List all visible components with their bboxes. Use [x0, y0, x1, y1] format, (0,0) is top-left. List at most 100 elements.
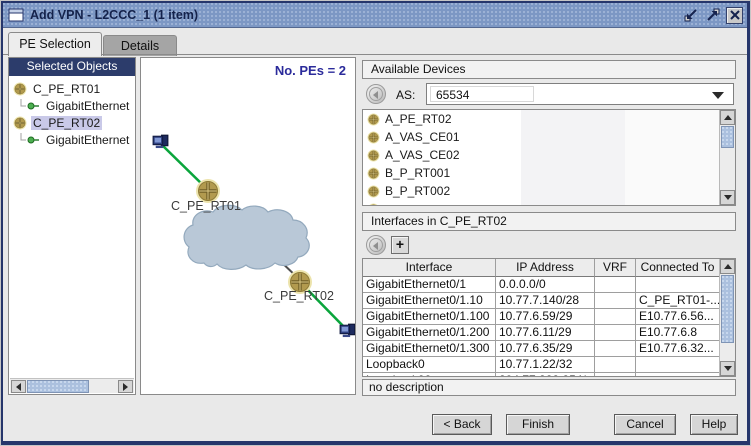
help-button[interactable]: Help [690, 414, 738, 435]
column-header-ip[interactable]: IP Address [496, 259, 595, 277]
cell-interface: GigabitEthernet0/1 [363, 277, 496, 293]
window-title: Add VPN - L2CCC_1 (1 item) [30, 8, 198, 22]
device-row[interactable]: A_VAS_CE01 [363, 128, 735, 146]
interface-icon [18, 99, 42, 113]
tree-node-pe2-interface[interactable]: GigabitEthernet [10, 131, 134, 148]
chevron-down-icon [712, 92, 724, 99]
device-name: B_P_RT002 [385, 184, 450, 198]
cell-vrf [595, 277, 636, 293]
column-header-vrf[interactable]: VRF [595, 259, 636, 277]
router-icon [13, 82, 27, 96]
available-devices-header: Available Devices [362, 60, 736, 79]
close-button[interactable] [726, 7, 743, 24]
tree-node-label: GigabitEthernet [44, 99, 131, 113]
cell-ip: 204.77.222.254/ [496, 373, 595, 377]
device-list: A_PE_RT02 A_VAS_CE01 A_VAS_CE02 B_P_RT00… [362, 109, 736, 206]
back-arrow-icon [373, 91, 378, 99]
cell-vrf [595, 373, 636, 377]
interface-icon [18, 133, 42, 147]
scroll-right-button[interactable] [118, 380, 133, 393]
tree-node-pe2[interactable]: C_PE_RT02 [10, 114, 134, 131]
cell-ip: 10.77.6.59/29 [496, 309, 595, 325]
router-icon [367, 113, 380, 126]
pe1-node-label: C_PE_RT01 [171, 199, 241, 213]
column-header-connected[interactable]: Connected To [636, 259, 720, 277]
collapse-back-button[interactable] [366, 235, 386, 255]
scroll-left-button[interactable] [11, 380, 26, 393]
as-combobox-value[interactable]: 65534 [430, 86, 534, 102]
table-header-row: Interface IP Address VRF Connected To [363, 259, 720, 277]
cell-ip: 10.77.6.11/29 [496, 325, 595, 341]
scroll-down-button[interactable] [720, 361, 735, 376]
description-status: no description [362, 379, 736, 396]
device-list-scrollbar[interactable] [719, 110, 735, 205]
back-arrow-icon [373, 242, 378, 250]
column-header-interface[interactable]: Interface [363, 259, 496, 277]
device-name: A_PE_RT02 [385, 112, 452, 126]
scroll-down-button[interactable] [720, 190, 735, 205]
pe2-node-label: C_PE_RT02 [264, 289, 334, 303]
scrollbar-thumb[interactable] [721, 275, 734, 343]
tree-node-pe1[interactable]: C_PE_RT01 [10, 80, 134, 97]
device-row[interactable]: B_P_RT001 [363, 164, 735, 182]
topology-diagram: C_PE_RT01 C_PE_RT02 [141, 58, 355, 394]
interfaces-table-scrollbar[interactable] [719, 259, 735, 376]
device-name: B_P_RT001 [385, 166, 450, 180]
maximize-button[interactable] [704, 7, 721, 24]
cell-connected: E10.77.6.56... [636, 309, 720, 325]
router-icon [367, 167, 380, 180]
tree-node-label: C_PE_RT01 [31, 82, 102, 96]
cell-ip: 10.77.1.22/32 [496, 357, 595, 373]
cell-vrf [595, 293, 636, 309]
network-cloud[interactable] [184, 205, 309, 269]
table-row[interactable]: GigabitEthernet0/1 0.0.0.0/0 [363, 277, 720, 293]
add-interface-button[interactable]: + [391, 236, 409, 254]
router-icon [367, 131, 380, 144]
cell-interface: Loopback99 [363, 373, 496, 377]
tab-bar: PE Selection Details [3, 28, 748, 55]
cell-vrf [595, 341, 636, 357]
table-row[interactable]: GigabitEthernet0/1.300 10.77.6.35/29 E10… [363, 341, 720, 357]
device-row[interactable]: A_VAS_CE02 [363, 146, 735, 164]
tree-node-pe1-interface[interactable]: GigabitEthernet [10, 97, 134, 114]
cell-ip: 0.0.0.0/0 [496, 277, 595, 293]
scroll-up-button[interactable] [720, 110, 735, 125]
ce-device-icon[interactable] [153, 135, 168, 148]
table-row[interactable]: GigabitEthernet0/1.10 10.77.7.140/28 C_P… [363, 293, 720, 309]
horizontal-scrollbar[interactable] [10, 378, 134, 393]
router-icon [367, 185, 380, 198]
cell-interface: GigabitEthernet0/1.100 [363, 309, 496, 325]
tab-divider [3, 54, 748, 55]
device-row[interactable]: B_P_RT002 [363, 182, 735, 200]
table-row[interactable]: GigabitEthernet0/1.100 10.77.6.59/29 E10… [363, 309, 720, 325]
scrollbar-thumb[interactable] [721, 126, 734, 148]
topology-canvas[interactable]: No. PEs = 2 C_PE_RT01 C_PE_RT02 [140, 57, 356, 395]
table-row-clipped[interactable]: Loopback99 204.77.222.254/ [363, 373, 720, 377]
cancel-button[interactable]: Cancel [614, 414, 676, 435]
device-row-clipped[interactable] [363, 200, 735, 206]
selected-objects-header: Selected Objects [9, 58, 135, 76]
tab-pe-selection[interactable]: PE Selection [8, 32, 102, 56]
scroll-up-button[interactable] [720, 259, 735, 274]
as-combobox[interactable]: 65534 [426, 83, 734, 105]
cell-vrf [595, 309, 636, 325]
title-bar[interactable]: Add VPN - L2CCC_1 (1 item) [3, 3, 748, 28]
cell-connected: E10.77.6.8 [636, 325, 720, 341]
table-row[interactable]: Loopback0 10.77.1.22/32 [363, 357, 720, 373]
table-row[interactable]: GigabitEthernet0/1.200 10.77.6.11/29 E10… [363, 325, 720, 341]
tree-node-label: GigabitEthernet [44, 133, 131, 147]
tab-details[interactable]: Details [103, 35, 177, 56]
ce-device-icon[interactable] [340, 324, 355, 337]
selected-objects-panel: Selected Objects C_PE_RT01 GigabitEthern… [8, 57, 136, 395]
device-name: A_VAS_CE02 [385, 148, 460, 162]
cell-interface: GigabitEthernet0/1.300 [363, 341, 496, 357]
device-row[interactable]: A_PE_RT02 [363, 110, 735, 128]
cell-interface: GigabitEthernet0/1.200 [363, 325, 496, 341]
collapse-back-button[interactable] [366, 84, 386, 104]
back-button[interactable]: < Back [432, 414, 492, 435]
scrollbar-thumb[interactable] [27, 380, 89, 393]
finish-button[interactable]: Finish [506, 414, 570, 435]
cell-connected [636, 373, 720, 377]
minimize-button[interactable] [682, 7, 699, 24]
cell-vrf [595, 325, 636, 341]
